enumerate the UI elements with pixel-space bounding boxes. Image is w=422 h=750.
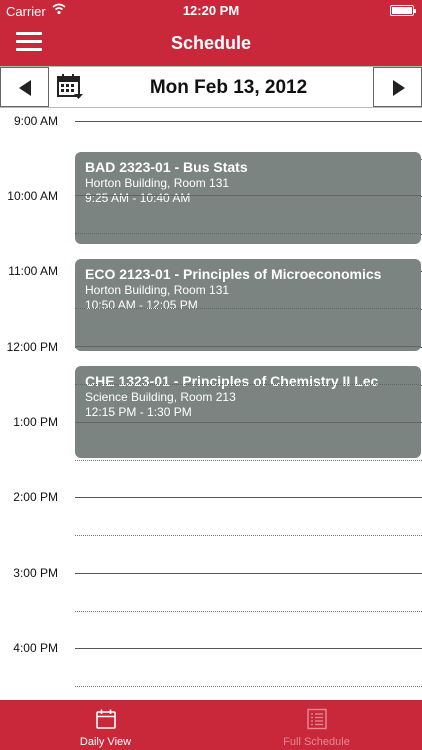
event-time: 12:15 PM - 1:30 PM [85,405,192,419]
calendar-picker-icon[interactable] [57,74,83,100]
event-location: Horton Building, Room 131 [85,176,230,190]
hour-label: 1:00 PM [13,415,58,429]
event-time: 10:50 AM - 12:05 PM [85,298,198,312]
hour-label: 4:00 PM [13,641,58,655]
hour-label: 10:00 AM [7,189,58,203]
hour-line [75,648,422,649]
hour-line [75,346,421,347]
hour-label: 2:00 PM [13,490,58,504]
hour-line [75,573,422,574]
tab-full-schedule[interactable]: Full Schedule [211,700,422,750]
half-hour-line [75,384,421,385]
calendar-icon [96,709,116,729]
tab-bar: Daily View Full Schedule [0,700,422,750]
hour-line [75,121,422,122]
event-block[interactable]: CHE 1323-01 - Principles of Chemistry II… [75,366,421,458]
half-hour-line [75,460,422,461]
next-day-button[interactable] [373,67,422,107]
nav-header: Carrier 12:20 PM Schedule [0,0,422,66]
battery-icon [390,5,416,16]
status-time: 12:20 PM [182,3,240,18]
hour-line [75,422,421,423]
arrow-right-icon [393,80,405,96]
half-hour-line [75,611,422,612]
half-hour-line [75,535,422,536]
hour-line [75,195,421,196]
half-hour-line [75,686,422,687]
tab-label: Full Schedule [283,736,350,748]
list-icon [307,708,327,730]
event-location: Science Building, Room 213 [85,390,236,404]
current-date-label: Mon Feb 13, 2012 [149,77,308,98]
page-title: Schedule [170,33,252,53]
event-time: 9:25 AM - 10:40 AM [85,191,191,205]
event-block[interactable]: ECO 2123-01 - Principles of Microeconomi… [75,259,421,351]
event-block[interactable]: BAD 2323-01 - Bus Stats Horton Building,… [75,152,421,244]
previous-day-button[interactable] [0,67,49,107]
status-bar: Carrier 12:20 PM [0,0,422,22]
hour-line [75,497,422,498]
half-hour-line [75,308,421,309]
hour-label: 3:00 PM [13,566,58,580]
event-title: CHE 1323-01 - Principles of Chemistry II… [85,373,379,389]
arrow-left-icon [19,80,31,96]
hour-label: 12:00 PM [6,340,58,354]
hour-label: 9:00 AM [13,114,58,128]
tab-label: Daily View [79,736,132,748]
tab-daily-view[interactable]: Daily View [0,700,211,750]
hour-label: 11:00 AM [8,264,58,278]
event-title: BAD 2323-01 - Bus Stats [85,159,248,175]
half-hour-line [75,233,421,234]
date-navigation-bar: Mon Feb 13, 2012 [0,66,422,108]
event-title: ECO 2123-01 - Principles of Microeconomi… [85,266,382,282]
event-location: Horton Building, Room 131 [85,283,230,297]
